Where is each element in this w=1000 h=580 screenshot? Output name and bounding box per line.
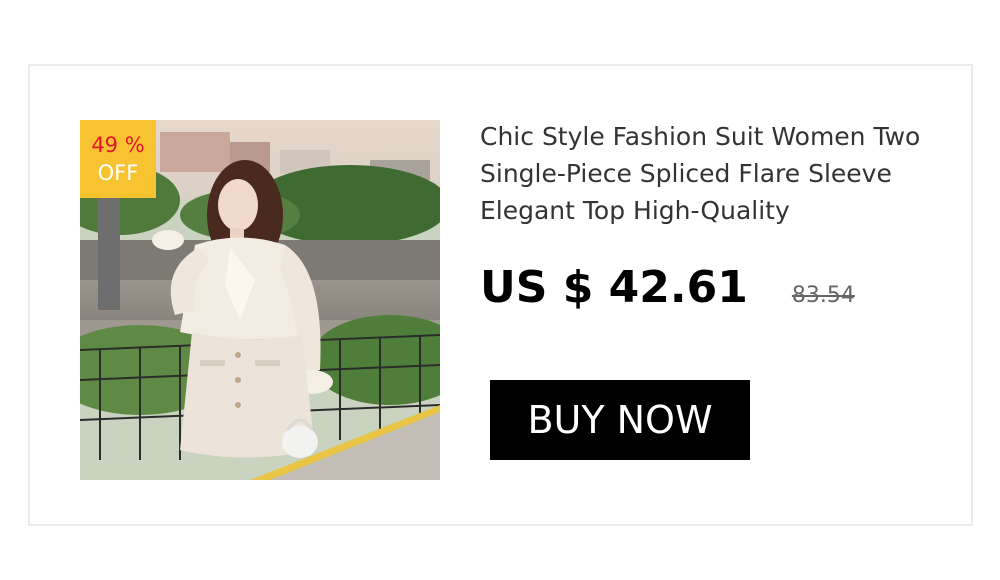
discount-off-label: OFF [97,161,139,185]
product-title[interactable]: Chic Style Fashion Suit Women Two Single… [480,118,950,229]
price-row: US $ 42.61 83.54 [480,262,855,326]
buy-now-button[interactable]: BUY NOW [490,380,750,460]
discount-badge: 49 % OFF [80,120,156,198]
original-price: 83.54 [791,283,855,308]
current-price: US $ 42.61 [480,262,748,313]
discount-percent: 49 % [91,133,145,157]
